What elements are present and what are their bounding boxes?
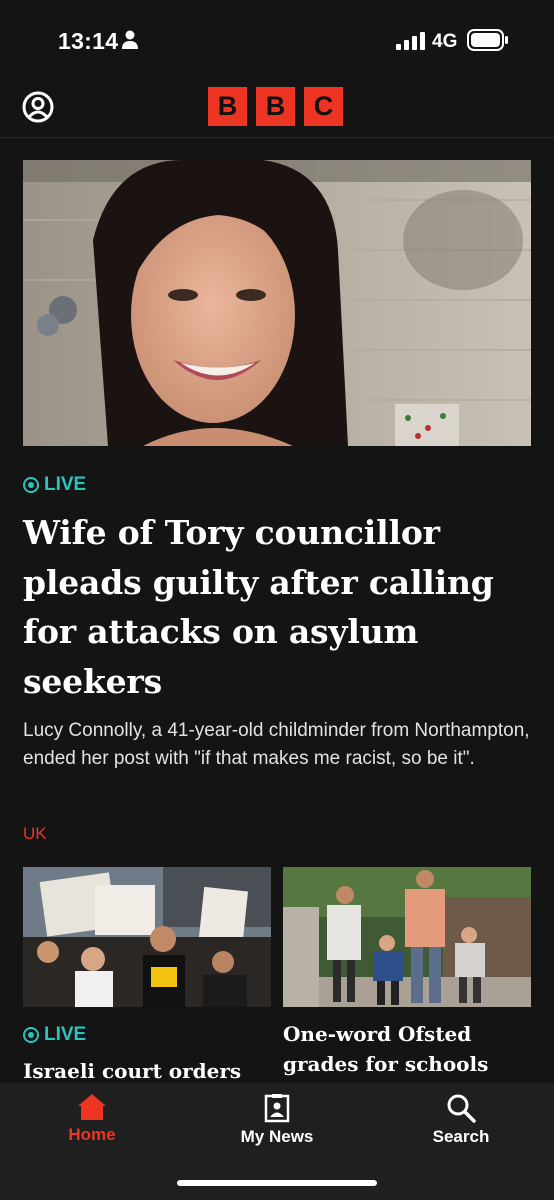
- live-indicator-icon: [23, 1027, 39, 1043]
- logo-letter: B: [208, 87, 247, 126]
- live-badge: LIVE: [23, 1024, 86, 1046]
- signal-icon: [396, 32, 426, 55]
- home-icon: [78, 1094, 106, 1120]
- logo-letter: B: [256, 87, 295, 126]
- hero-headline[interactable]: Wife of Tory councillor pleads guilty af…: [23, 508, 533, 706]
- story-card-headline[interactable]: One-word Ofsted grades for schools: [283, 1019, 533, 1079]
- story-card-image[interactable]: [23, 867, 271, 1007]
- bbc-logo[interactable]: B B C: [208, 87, 343, 126]
- live-label: LIVE: [44, 1024, 87, 1045]
- person-icon: [121, 30, 139, 55]
- story-card-headline[interactable]: Israeli court orders: [23, 1056, 273, 1086]
- logo-letter: C: [304, 87, 343, 126]
- account-button[interactable]: [22, 91, 54, 123]
- home-indicator[interactable]: [177, 1180, 377, 1186]
- search-icon: [447, 1094, 476, 1123]
- live-indicator-icon: [23, 477, 39, 493]
- topic-link[interactable]: UK: [23, 824, 47, 844]
- tab-label: Search: [432, 1127, 490, 1146]
- live-badge: LIVE: [23, 474, 86, 496]
- tab-label: Home: [68, 1125, 116, 1144]
- status-bar: 13:14 4G: [0, 0, 554, 80]
- hero-summary: Lucy Connolly, a 41-year-old childminder…: [23, 720, 530, 769]
- tab-home[interactable]: Home: [22, 1093, 162, 1153]
- tab-search[interactable]: Search: [391, 1093, 531, 1153]
- live-label: LIVE: [44, 474, 87, 495]
- status-time: 13:14: [58, 28, 119, 54]
- app-header: B B C: [0, 80, 554, 138]
- tab-my-news[interactable]: My News: [207, 1093, 347, 1153]
- hero-story-image[interactable]: [23, 160, 531, 446]
- network-label: 4G: [432, 31, 458, 52]
- my-news-icon: [264, 1094, 290, 1123]
- account-icon: [22, 91, 54, 123]
- battery-icon: [467, 29, 509, 56]
- tab-label: My News: [240, 1127, 314, 1146]
- story-card-image[interactable]: [283, 867, 531, 1007]
